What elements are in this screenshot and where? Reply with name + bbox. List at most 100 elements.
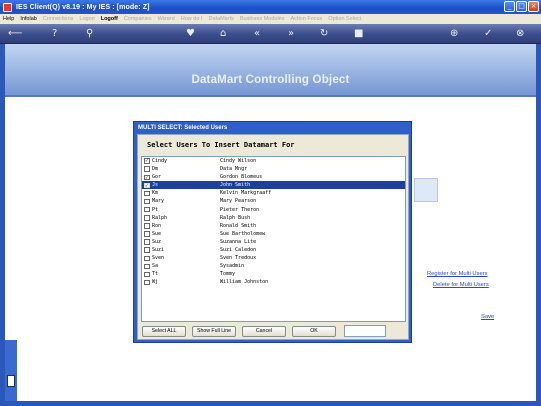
side-widget: [414, 178, 438, 202]
list-item[interactable]: Mary Mary Pearson: [142, 197, 405, 205]
user-name: Sven Tredoux: [220, 255, 257, 262]
user-name: Sue Bartholomew: [220, 230, 266, 237]
user-name: Sysadmin: [220, 263, 245, 270]
dialog-body: Select Users To Insert Datamart For ✓ Cin…: [137, 134, 409, 340]
list-item[interactable]: Tt Tommy: [142, 270, 405, 278]
header-banner: [5, 44, 536, 95]
menu-logoff[interactable]: Logoff: [101, 16, 118, 22]
document-icon[interactable]: [7, 375, 15, 387]
row-checkbox[interactable]: [144, 166, 150, 172]
register-multi-users-link[interactable]: Register for Multi Users: [427, 271, 488, 277]
delete-multi-users-link[interactable]: Delete for Multi Users: [433, 282, 489, 288]
row-checkbox[interactable]: [144, 190, 150, 197]
show-full-line-button[interactable]: Show Full Line: [192, 326, 236, 337]
app-icon: [3, 2, 12, 12]
user-code: Suzi: [152, 247, 165, 254]
list-item[interactable]: Sa Sysadmin: [142, 262, 405, 270]
close-window-icon[interactable]: ×: [528, 1, 539, 12]
row-checkbox[interactable]: ✓: [144, 182, 150, 189]
user-name: John Smith: [220, 182, 251, 189]
menu-wizard[interactable]: Wizard: [158, 16, 175, 22]
value-input[interactable]: [344, 325, 386, 337]
select-all-button[interactable]: Select ALL: [142, 326, 186, 337]
list-item[interactable]: Pt Pieter Theron: [142, 206, 405, 214]
row-checkbox[interactable]: [144, 198, 150, 205]
user-name: Ronald Smith: [220, 222, 257, 229]
menu-companies[interactable]: Companies: [124, 16, 152, 22]
window-title: IES Client(Q) v8.19 : My IES : [mode: Z]: [16, 3, 150, 11]
menu-infolab[interactable]: Infolab: [20, 16, 37, 22]
plus-icon[interactable]: ⊕: [450, 27, 458, 41]
list-item[interactable]: ✓ Js John Smith: [142, 181, 405, 190]
close-icon[interactable]: ⊗: [516, 27, 524, 41]
menu-business-modules[interactable]: Business Modules: [240, 16, 285, 22]
help-icon[interactable]: ?: [52, 27, 57, 41]
row-checkbox[interactable]: [144, 271, 150, 278]
row-checkbox[interactable]: [144, 247, 150, 253]
back-arrow-icon[interactable]: ⟵: [8, 27, 22, 41]
menu-datamarts[interactable]: DataMarts: [208, 16, 233, 22]
refresh-icon[interactable]: ↻: [320, 27, 328, 41]
row-checkbox[interactable]: [144, 206, 150, 213]
ok-button[interactable]: OK: [292, 326, 336, 337]
window-titlebar: IES Client(Q) v8.19 : My IES : [mode: Z]…: [0, 0, 541, 14]
menu-help[interactable]: Help: [3, 16, 14, 22]
user-code: Gor: [152, 174, 162, 181]
rewind-icon[interactable]: «: [254, 27, 260, 41]
fast-forward-icon[interactable]: »: [288, 27, 294, 41]
heart-icon[interactable]: ♥: [186, 27, 195, 41]
row-checkbox[interactable]: [144, 215, 150, 221]
user-name: Kelvin Markgraaff: [220, 190, 272, 197]
page-title: DataMart Controlling Object: [191, 74, 350, 86]
user-name: Pieter Theron: [220, 206, 260, 213]
user-code: Sven: [152, 255, 165, 262]
menu-option-select[interactable]: Option Select: [328, 16, 361, 22]
list-item[interactable]: Sven Sven Tredoux: [142, 254, 405, 262]
minimize-icon[interactable]: _: [504, 1, 515, 12]
dialog-heading: Select Users To Insert Datamart For: [147, 141, 295, 149]
list-item[interactable]: Sue Sue Bartholomew: [142, 230, 405, 238]
user-name: William Johnston: [220, 279, 269, 286]
menu-connections[interactable]: Connections: [43, 16, 74, 22]
left-side-strip: [5, 340, 17, 401]
user-list[interactable]: ✓ Cindy Cindy Wilson Dm Data Mngr ✓ Gor Gordon …: [141, 156, 406, 322]
check-icon[interactable]: ✓: [484, 27, 492, 41]
user-name: Suzanna Lite: [220, 238, 257, 245]
maximize-icon[interactable]: □: [516, 1, 527, 12]
row-checkbox[interactable]: ✓: [144, 174, 150, 181]
home-icon[interactable]: ⌂: [220, 27, 226, 41]
row-checkbox[interactable]: [144, 263, 150, 270]
menu-action-focus[interactable]: Action Focus: [291, 16, 323, 22]
list-item[interactable]: Ron Ronald Smith: [142, 222, 405, 230]
row-checkbox[interactable]: [144, 255, 150, 262]
search-icon[interactable]: ⚲: [86, 27, 93, 41]
user-code: Ron: [152, 222, 162, 229]
list-item[interactable]: Km Kelvin Markgraaff: [142, 189, 405, 197]
list-item[interactable]: Dm Data Mngr: [142, 165, 405, 173]
list-item[interactable]: Suzi Suzi Caledon: [142, 246, 405, 254]
list-item[interactable]: ✓ Cindy Cindy Wilson: [142, 157, 405, 165]
stop-icon[interactable]: ■: [354, 27, 363, 41]
user-name: Ralph Bush: [220, 214, 251, 221]
user-code: Km: [152, 190, 159, 197]
row-checkbox[interactable]: [144, 231, 150, 237]
user-name: Gordon Blomeus: [220, 174, 263, 181]
multi-select-dialog: MULTI SELECT: Selected Users Select User…: [133, 121, 412, 343]
save-link[interactable]: Save: [481, 314, 494, 320]
user-code: Dm: [152, 166, 159, 173]
list-item[interactable]: Ralph Ralph Bush: [142, 214, 405, 222]
user-code: Sue: [152, 230, 162, 237]
row-checkbox[interactable]: [144, 239, 150, 245]
list-item[interactable]: Suz Suzanna Lite: [142, 238, 405, 246]
user-code: Cindy: [152, 158, 168, 164]
row-checkbox[interactable]: ✓: [144, 158, 150, 164]
cancel-button[interactable]: Cancel: [242, 326, 286, 337]
icon-toolbar: ⟵ ? ⚲ ♥ ⌂ « » ↻ ■ ⊕ ✓ ⊗: [0, 24, 541, 44]
user-code: Suz: [152, 238, 162, 245]
menu-how-do-i[interactable]: How do I: [181, 16, 203, 22]
list-item[interactable]: Wj William Johnston: [142, 278, 405, 286]
list-item[interactable]: ✓ Gor Gordon Blomeus: [142, 173, 405, 181]
row-checkbox[interactable]: [144, 223, 150, 229]
menu-logon[interactable]: Logon: [79, 16, 94, 22]
row-checkbox[interactable]: [144, 279, 150, 286]
